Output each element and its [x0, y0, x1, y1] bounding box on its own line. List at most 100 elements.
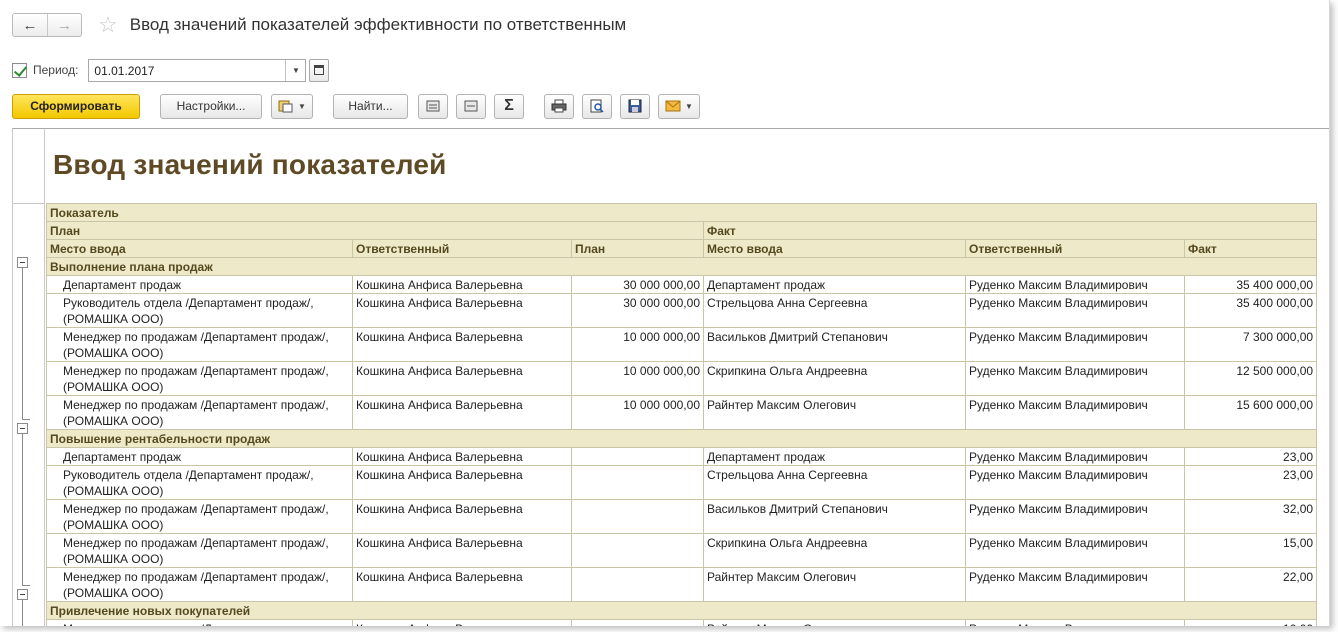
cell-fact-place[interactable]: Стрельцова Анна Сергеевна	[703, 293, 966, 328]
cell-place[interactable]: Руководитель отдела /Департамент продаж/…	[46, 293, 353, 328]
cell-plan-value[interactable]	[571, 619, 704, 626]
back-button[interactable]: ←	[13, 14, 47, 36]
cell-place[interactable]: Менеджер по продажам /Департамент продаж…	[46, 327, 353, 362]
cell-place[interactable]: Департамент продаж	[46, 275, 353, 294]
favorite-star-icon[interactable]: ☆	[98, 14, 118, 36]
cell-fact-responsible[interactable]: Руденко Максим Владимирович	[965, 275, 1185, 294]
sum-button[interactable]: Σ	[494, 93, 524, 119]
cell-fact-responsible[interactable]: Руденко Максим Владимирович	[965, 465, 1185, 500]
cell-fact-responsible[interactable]: Руденко Максим Владимирович	[965, 447, 1185, 466]
cell-fact-responsible[interactable]: Руденко Максим Владимирович	[965, 619, 1185, 626]
generate-button[interactable]: Сформировать	[12, 93, 140, 119]
table-row[interactable]: Департамент продаж Кошкина Анфиса Валерье…	[46, 275, 1318, 294]
cell-fact-place[interactable]: Райнтер Максим Олегович	[703, 567, 966, 602]
table-row[interactable]: Департамент продаж Кошкина Анфиса Валерье…	[46, 447, 1318, 466]
cell-fact-value[interactable]: 22,00	[1183, 567, 1318, 602]
variant-button[interactable]: ▼	[271, 93, 313, 119]
report-sheet[interactable]: Ввод значений показателей Показатель Пла…	[12, 128, 1329, 626]
cell-fact-responsible[interactable]: Руденко Максим Владимирович	[965, 361, 1185, 396]
cell-fact-value[interactable]: 35 400 000,00	[1183, 293, 1318, 328]
collapse-group-icon[interactable]	[17, 589, 28, 600]
cell-place[interactable]: Менеджер по продажам /Департамент продаж…	[46, 533, 353, 568]
cell-plan-responsible[interactable]: Кошкина Анфиса Валерьевна	[352, 533, 572, 568]
cell-plan-responsible[interactable]: Кошкина Анфиса Валерьевна	[352, 293, 572, 328]
cell-fact-responsible[interactable]: Руденко Максим Владимирович	[965, 327, 1185, 362]
cell-fact-responsible[interactable]: Руденко Максим Владимирович	[965, 533, 1185, 568]
cell-plan-responsible[interactable]: Кошкина Анфиса Валерьевна	[352, 361, 572, 396]
settings-button[interactable]: Настройки...	[160, 93, 262, 119]
table-row[interactable]: Менеджер по продажам /Департамент продаж…	[46, 361, 1318, 396]
cell-fact-place[interactable]: Райнтер Максим Олегович	[703, 619, 966, 626]
cell-fact-place[interactable]: Департамент продаж	[703, 275, 966, 294]
cell-place[interactable]: Департамент продаж	[46, 447, 353, 466]
cell-plan-responsible[interactable]: Кошкина Анфиса Валерьевна	[352, 275, 572, 294]
cell-fact-place[interactable]: Васильков Дмитрий Степанович	[703, 499, 966, 534]
cell-fact-value[interactable]: 15,00	[1183, 533, 1318, 568]
cell-place[interactable]: Руководитель отдела /Департамент продаж/…	[46, 465, 353, 500]
expand-groups-button[interactable]	[418, 93, 448, 119]
cell-place[interactable]: Менеджер по продажам /Департамент продаж…	[46, 499, 353, 534]
period-checkbox[interactable]	[12, 62, 27, 78]
print-button[interactable]	[544, 93, 574, 119]
send-mail-button[interactable]: ▼	[658, 93, 700, 119]
period-date-field[interactable]: 01.01.2017 ▼	[88, 58, 307, 82]
cell-plan-value[interactable]	[571, 567, 704, 602]
cell-fact-value[interactable]: 23,00	[1183, 465, 1318, 500]
table-row[interactable]: Менеджер по продажам /ДепартаментКошкина…	[46, 619, 1318, 626]
collapse-groups-button[interactable]	[456, 93, 486, 119]
cell-fact-value[interactable]: 23,00	[1183, 447, 1318, 466]
cell-plan-value[interactable]: 30 000 000,00	[571, 293, 704, 328]
collapse-group-icon[interactable]	[17, 423, 28, 434]
cell-plan-responsible[interactable]: Кошкина Анфиса Валерьевна	[352, 395, 572, 430]
cell-fact-value[interactable]: 35 400 000,00	[1183, 275, 1318, 294]
cell-plan-responsible[interactable]: Кошкина Анфиса Валерьевна	[352, 619, 572, 626]
table-row[interactable]: Менеджер по продажам /Департамент продаж…	[46, 327, 1318, 362]
cell-fact-value[interactable]: 32,00	[1183, 499, 1318, 534]
cell-plan-responsible[interactable]: Кошкина Анфиса Валерьевна	[352, 447, 572, 466]
period-date-value[interactable]: 01.01.2017	[89, 60, 285, 81]
cell-place[interactable]: Менеджер по продажам /Департамент продаж…	[46, 361, 353, 396]
cell-plan-value[interactable]: 10 000 000,00	[571, 361, 704, 396]
cell-fact-value[interactable]: 15 600 000,00	[1183, 395, 1318, 430]
cell-plan-value[interactable]	[571, 465, 704, 500]
cell-fact-responsible[interactable]: Руденко Максим Владимирович	[965, 293, 1185, 328]
table-row[interactable]: Руководитель отдела /Департамент продаж/…	[46, 465, 1318, 500]
cell-place[interactable]: Менеджер по продажам /Департамент	[46, 619, 353, 626]
find-button[interactable]: Найти...	[333, 93, 408, 119]
forward-button[interactable]: →	[47, 14, 81, 36]
cell-fact-place[interactable]: Васильков Дмитрий Степанович	[703, 327, 966, 362]
chevron-down-icon[interactable]: ▼	[285, 59, 305, 81]
cell-plan-value[interactable]: 30 000 000,00	[571, 275, 704, 294]
table-row[interactable]: Менеджер по продажам /Департамент продаж…	[46, 499, 1318, 534]
table-row[interactable]: Руководитель отдела /Департамент продаж/…	[46, 293, 1318, 328]
cell-fact-value[interactable]: 7 300 000,00	[1183, 327, 1318, 362]
collapse-group-icon[interactable]	[17, 257, 28, 268]
preview-button[interactable]	[582, 93, 612, 119]
cell-plan-responsible[interactable]: Кошкина Анфиса Валерьевна	[352, 567, 572, 602]
cell-plan-value[interactable]	[571, 533, 704, 568]
cell-plan-value[interactable]: 10 000 000,00	[571, 327, 704, 362]
cell-place[interactable]: Менеджер по продажам /Департамент продаж…	[46, 567, 353, 602]
cell-fact-place[interactable]: Скрипкина Ольга Андреевна	[703, 533, 966, 568]
table-row[interactable]: Менеджер по продажам /Департамент продаж…	[46, 533, 1318, 568]
cell-fact-value[interactable]: 12 500 000,00	[1183, 361, 1318, 396]
group-row[interactable]: Выполнение плана продаж	[45, 257, 1318, 276]
calendar-button[interactable]	[309, 58, 330, 82]
table-row[interactable]: Менеджер по продажам /Департамент продаж…	[46, 567, 1318, 602]
group-row[interactable]: Привлечение новых покупателей	[45, 601, 1318, 620]
cell-plan-responsible[interactable]: Кошкина Анфиса Валерьевна	[352, 465, 572, 500]
cell-fact-place[interactable]: Стрельцова Анна Сергеевна	[703, 465, 966, 500]
cell-plan-responsible[interactable]: Кошкина Анфиса Валерьевна	[352, 499, 572, 534]
cell-place[interactable]: Менеджер по продажам /Департамент продаж…	[46, 395, 353, 430]
cell-plan-value[interactable]: 10 000 000,00	[571, 395, 704, 430]
cell-plan-value[interactable]	[571, 499, 704, 534]
cell-fact-responsible[interactable]: Руденко Максим Владимирович	[965, 567, 1185, 602]
cell-fact-responsible[interactable]: Руденко Максим Владимирович	[965, 499, 1185, 534]
cell-plan-responsible[interactable]: Кошкина Анфиса Валерьевна	[352, 327, 572, 362]
cell-fact-place[interactable]: Скрипкина Ольга Андреевна	[703, 361, 966, 396]
cell-fact-place[interactable]: Райнтер Максим Олегович	[703, 395, 966, 430]
cell-fact-value[interactable]: 10,00	[1183, 619, 1318, 626]
save-button[interactable]	[620, 93, 650, 119]
group-row[interactable]: Повышение рентабельности продаж	[45, 429, 1318, 448]
table-row[interactable]: Менеджер по продажам /Департамент продаж…	[46, 395, 1318, 430]
